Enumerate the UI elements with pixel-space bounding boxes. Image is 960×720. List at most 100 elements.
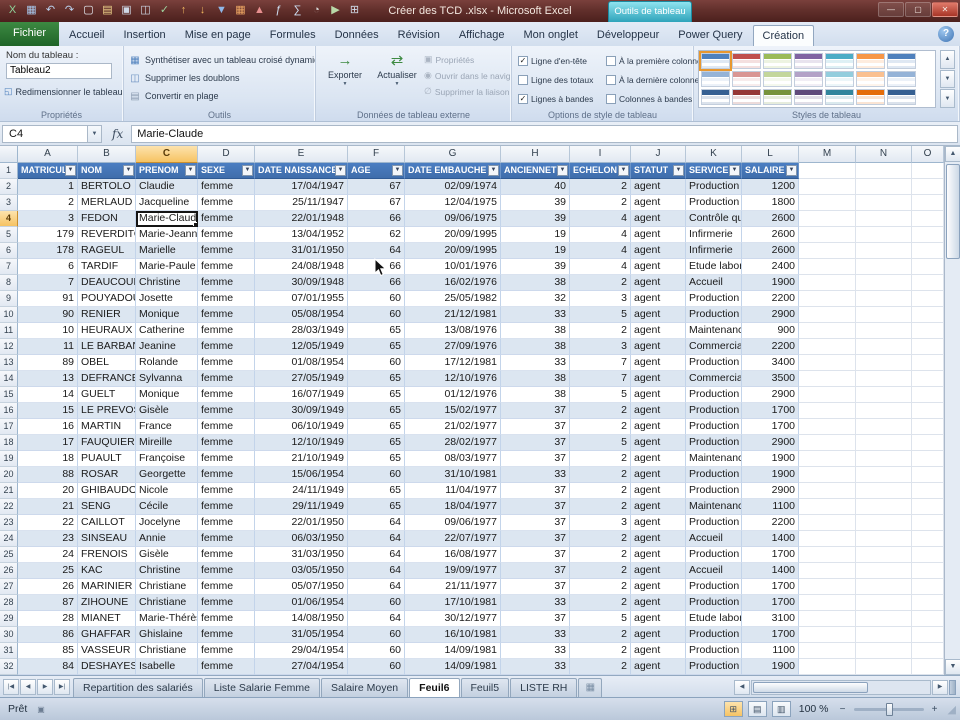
- cell[interactable]: 4: [570, 259, 631, 275]
- cell[interactable]: 24/11/1949: [255, 483, 348, 499]
- cell[interactable]: KAC: [78, 563, 136, 579]
- cell[interactable]: femme: [198, 275, 255, 291]
- cell[interactable]: [799, 339, 856, 355]
- cell[interactable]: 5: [570, 307, 631, 323]
- cell[interactable]: 17/04/1947: [255, 179, 348, 195]
- table-header-cell[interactable]: DATE EMBAUCHE ▼: [405, 163, 501, 179]
- table-style-swatch[interactable]: [856, 89, 885, 105]
- table-style-swatch[interactable]: [825, 89, 854, 105]
- cell[interactable]: femme: [198, 531, 255, 547]
- cell[interactable]: 17/10/1981: [405, 595, 501, 611]
- cell[interactable]: 22/07/1977: [405, 531, 501, 547]
- open-icon[interactable]: ▤: [99, 2, 116, 19]
- filter-icon[interactable]: ▼: [786, 165, 797, 176]
- cell[interactable]: femme: [198, 355, 255, 371]
- filter-icon[interactable]: ▼: [335, 165, 346, 176]
- cell[interactable]: [799, 659, 856, 675]
- cell[interactable]: Mireille: [136, 435, 198, 451]
- cell[interactable]: Commercial: [686, 371, 742, 387]
- cell[interactable]: 1900: [742, 451, 799, 467]
- row-header-18[interactable]: 18: [0, 435, 18, 451]
- cell[interactable]: [912, 547, 944, 563]
- cell[interactable]: [799, 211, 856, 227]
- cell[interactable]: [799, 275, 856, 291]
- cell[interactable]: Production: [686, 387, 742, 403]
- table-style-swatch[interactable]: [763, 71, 792, 87]
- tool-supprimer-les-doublons[interactable]: ◫ Supprimer les doublons: [124, 69, 315, 87]
- cell[interactable]: 09/06/1975: [405, 211, 501, 227]
- cell[interactable]: 2: [570, 467, 631, 483]
- cell[interactable]: agent: [631, 531, 686, 547]
- tab-split-handle[interactable]: [949, 680, 956, 695]
- cell[interactable]: [799, 611, 856, 627]
- cell[interactable]: [856, 483, 912, 499]
- table-header-cell[interactable]: NOM ▼: [78, 163, 136, 179]
- zoom-in-icon[interactable]: +: [929, 704, 941, 715]
- tab-insertion[interactable]: Insertion: [114, 25, 174, 46]
- table-style-swatch[interactable]: [856, 71, 885, 87]
- cell[interactable]: Production: [686, 403, 742, 419]
- cell[interactable]: [856, 611, 912, 627]
- cell[interactable]: DESHAYES: [78, 659, 136, 675]
- cell[interactable]: 2200: [742, 339, 799, 355]
- cell[interactable]: [912, 419, 944, 435]
- cell[interactable]: 37: [501, 611, 570, 627]
- tab-r-vision[interactable]: Révision: [389, 25, 449, 46]
- cell[interactable]: Maintenance: [686, 499, 742, 515]
- cell[interactable]: 91: [18, 291, 78, 307]
- row-header-25[interactable]: 25: [0, 547, 18, 563]
- cell[interactable]: 20: [18, 483, 78, 499]
- row-header-24[interactable]: 24: [0, 531, 18, 547]
- filter-icon[interactable]: ▼: [488, 165, 499, 176]
- cell[interactable]: 12/10/1949: [255, 435, 348, 451]
- cell[interactable]: [799, 515, 856, 531]
- checkbox-la-derni-re-colonne[interactable]: À la dernière colonne: [606, 70, 698, 89]
- cell[interactable]: [856, 387, 912, 403]
- page-layout-view-icon[interactable]: ▤: [747, 701, 767, 717]
- cell[interactable]: 30/12/1977: [405, 611, 501, 627]
- cell[interactable]: agent: [631, 195, 686, 211]
- cell[interactable]: 38: [501, 323, 570, 339]
- cell[interactable]: DEAUCOURT: [78, 275, 136, 291]
- cell[interactable]: 2200: [742, 291, 799, 307]
- cell[interactable]: 21: [18, 499, 78, 515]
- cell[interactable]: [912, 483, 944, 499]
- table-style-swatch[interactable]: [887, 89, 916, 105]
- tool-convertir-en-plage[interactable]: ▤ Convertir en plage: [124, 87, 315, 105]
- column-header-o[interactable]: O: [912, 146, 944, 163]
- cell[interactable]: GHAFFAR: [78, 627, 136, 643]
- column-header-i[interactable]: I: [570, 146, 631, 163]
- insert-function-button[interactable]: fx: [102, 127, 131, 141]
- cell[interactable]: Production: [686, 467, 742, 483]
- table-header-cell[interactable]: MATRICULE ▼: [18, 163, 78, 179]
- table-style-swatch[interactable]: [763, 89, 792, 105]
- cell[interactable]: 06/10/1949: [255, 419, 348, 435]
- cell[interactable]: femme: [198, 339, 255, 355]
- cell[interactable]: 3: [570, 291, 631, 307]
- cell[interactable]: 33: [501, 595, 570, 611]
- sort-asc-icon[interactable]: ↑: [175, 2, 192, 19]
- cell[interactable]: Christiane: [136, 595, 198, 611]
- cell[interactable]: MIANET: [78, 611, 136, 627]
- cell[interactable]: 05/07/1950: [255, 579, 348, 595]
- cell[interactable]: [799, 387, 856, 403]
- cell[interactable]: [799, 643, 856, 659]
- cell[interactable]: [856, 163, 912, 179]
- cell[interactable]: 60: [348, 627, 405, 643]
- filter-icon[interactable]: ▼: [65, 165, 76, 176]
- cell[interactable]: 31/03/1950: [255, 547, 348, 563]
- cell[interactable]: [856, 275, 912, 291]
- cell[interactable]: 39: [501, 195, 570, 211]
- cell[interactable]: 01/12/1976: [405, 387, 501, 403]
- cell[interactable]: ROSAR: [78, 467, 136, 483]
- cell[interactable]: 60: [348, 291, 405, 307]
- cell[interactable]: 2900: [742, 483, 799, 499]
- cell[interactable]: 2600: [742, 243, 799, 259]
- cell[interactable]: 65: [348, 499, 405, 515]
- cell[interactable]: [799, 419, 856, 435]
- cell[interactable]: femme: [198, 323, 255, 339]
- cell[interactable]: Maintenance: [686, 323, 742, 339]
- filter-icon[interactable]: ▼: [242, 165, 253, 176]
- cell[interactable]: Gisèle: [136, 403, 198, 419]
- tab-fichier[interactable]: Fichier: [0, 22, 60, 46]
